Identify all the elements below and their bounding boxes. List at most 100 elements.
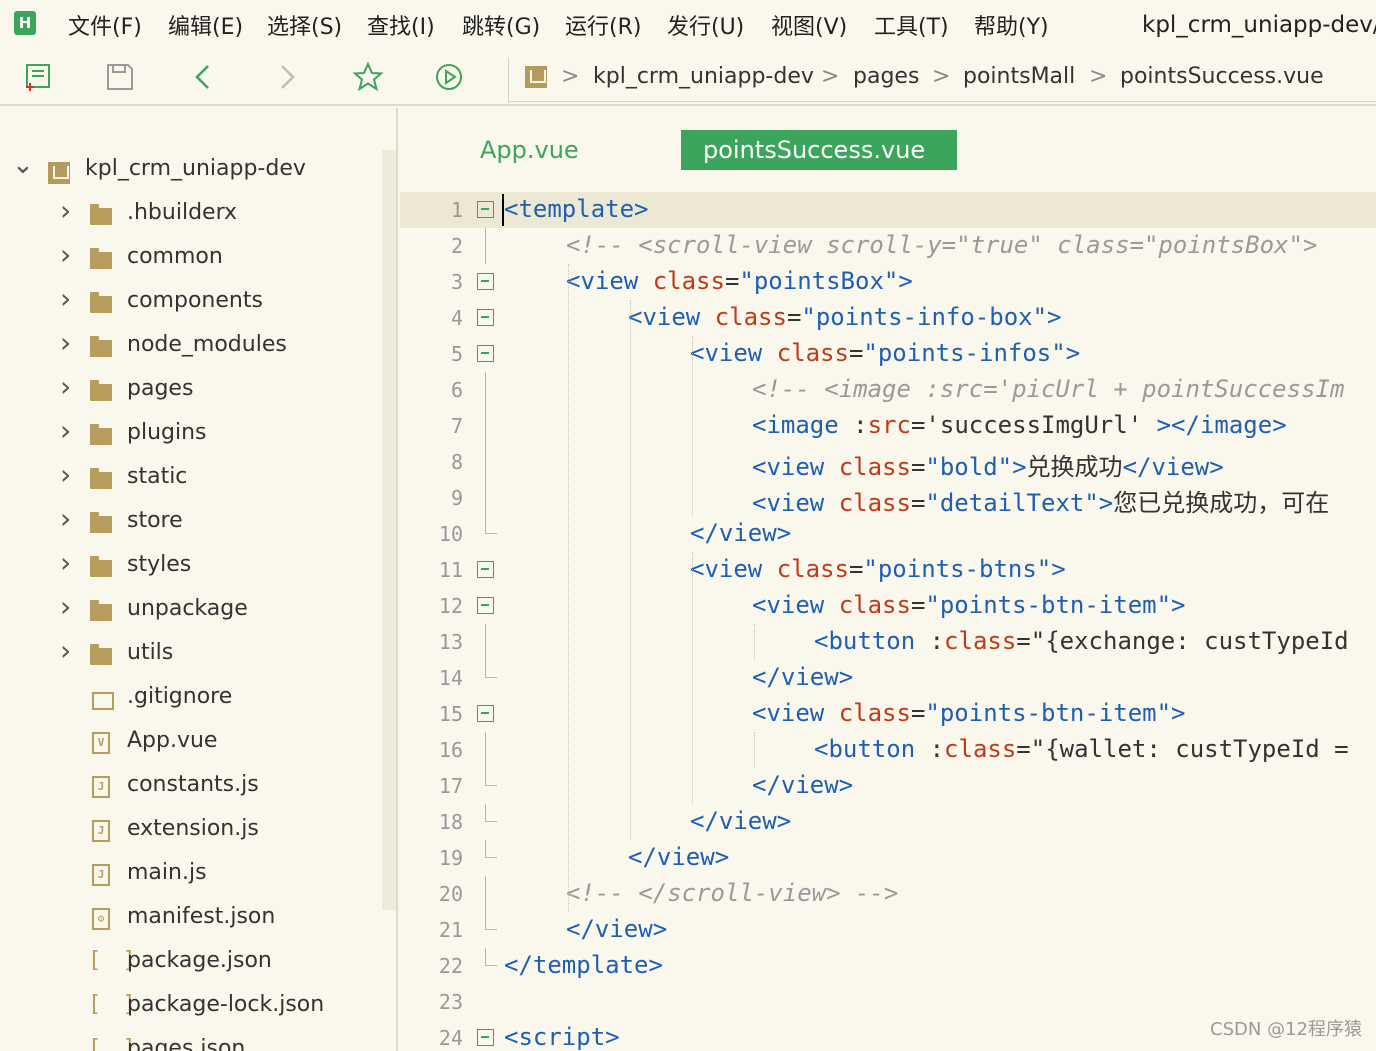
code-line[interactable]: 4 <view class="points-info-box"> (400, 300, 1376, 336)
chevron-right-icon[interactable]: › (60, 370, 71, 403)
tree-file-package-lock-json[interactable]: [ ] package-lock.json (0, 986, 380, 1030)
tree-file-extension-js[interactable]: Jextension.js (0, 810, 380, 854)
code-line[interactable]: 14 </view> (400, 660, 1376, 696)
code-token: "points-info-box"> (801, 303, 1062, 331)
menu-find[interactable]: 查找(I) (367, 9, 435, 41)
fold-toggle-icon[interactable] (477, 309, 494, 326)
code-line[interactable]: 13 <button :class="{exchange: custTypeId (400, 624, 1376, 660)
tree-folder-plugins[interactable]: › plugins (0, 414, 380, 458)
menu-help[interactable]: 帮助(Y) (974, 9, 1049, 41)
tree-folder-utils[interactable]: › utils (0, 634, 380, 678)
menu-run[interactable]: 运行(R) (565, 9, 641, 41)
menu-goto[interactable]: 跳转(G) (462, 9, 540, 41)
favorite-star-icon[interactable] (352, 61, 384, 93)
chevron-right-icon[interactable]: › (60, 238, 71, 271)
breadcrumb-project[interactable]: kpl_crm_uniapp-dev (593, 64, 814, 89)
breadcrumb-pointsmall[interactable]: pointsMall (963, 64, 1075, 89)
new-file-icon[interactable] (22, 61, 54, 93)
code-token: class (714, 303, 787, 331)
fold-toggle-icon[interactable] (477, 201, 494, 218)
tree-root-project[interactable]: ⌄ kpl_crm_uniapp-dev (0, 150, 380, 194)
sidebar-scrollbar[interactable] (382, 150, 396, 910)
tree-file--gitignore[interactable]: .gitignore (0, 678, 380, 722)
tree-folder-pages[interactable]: › pages (0, 370, 380, 414)
tree-folder-common[interactable]: › common (0, 238, 380, 282)
run-icon[interactable] (433, 61, 465, 93)
code-line[interactable]: 21 </view> (400, 912, 1376, 948)
tree-folder-node-modules[interactable]: › node_modules (0, 326, 380, 370)
line-number: 11 (438, 558, 463, 582)
chevron-right-icon[interactable]: › (60, 590, 71, 623)
chevron-right-icon[interactable]: › (60, 326, 71, 359)
tree-file-constants-js[interactable]: Jconstants.js (0, 766, 380, 810)
code-line[interactable]: 17 </view> (400, 768, 1376, 804)
code-token: class (944, 627, 1017, 655)
tree-file-app-vue[interactable]: V App.vue (0, 722, 380, 766)
code-line[interactable]: 22 </template> (400, 948, 1376, 984)
code-line[interactable]: 20 <!-- </scroll-view> --> (400, 876, 1376, 912)
code-line[interactable]: 5 <view class="points-infos"> (400, 336, 1376, 372)
chevron-down-icon[interactable]: ⌄ (12, 150, 34, 180)
tree-file-pages-json[interactable]: [ ] pages.json (0, 1030, 380, 1051)
code-line[interactable]: 12 <view class="points-btn-item"> (400, 588, 1376, 624)
tree-folder-store[interactable]: › store (0, 502, 380, 546)
code-line[interactable]: 18 </view> (400, 804, 1376, 840)
fold-toggle-icon[interactable] (477, 345, 494, 362)
tree-file-manifest-json[interactable]: ⚙ manifest.json (0, 898, 380, 942)
menu-view[interactable]: 视图(V) (771, 9, 847, 41)
tree-folder-label: styles (127, 552, 192, 577)
tree-folder-components[interactable]: › components (0, 282, 380, 326)
forward-icon[interactable] (270, 61, 302, 93)
breadcrumb-file[interactable]: pointsSuccess.vue (1120, 64, 1324, 89)
code-line[interactable]: 11 <view class="points-btns"> (400, 552, 1376, 588)
code-line[interactable]: 15 <view class="points-btn-item"> (400, 696, 1376, 732)
menu-file[interactable]: 文件(F) (68, 9, 142, 41)
fold-toggle-icon[interactable] (477, 1029, 494, 1046)
code-line[interactable]: 8 <view class="bold">兑换成功</view> (400, 444, 1376, 481)
js-file-icon: J (92, 864, 110, 886)
fold-toggle-icon[interactable] (477, 597, 494, 614)
code-token: class (944, 735, 1017, 763)
chevron-right-icon[interactable]: › (60, 502, 71, 535)
code-line[interactable]: 7 <image :src='successImgUrl' ></image> (400, 408, 1376, 444)
tree-file-label: constants.js (127, 772, 259, 797)
chevron-right-icon[interactable]: › (60, 414, 71, 447)
fold-toggle-icon[interactable] (477, 705, 494, 722)
tree-file-package-json[interactable]: [ ] package.json (0, 942, 380, 986)
chevron-right-icon[interactable]: › (60, 634, 71, 667)
fold-toggle-icon[interactable] (477, 273, 494, 290)
code-line[interactable]: 6 <!-- <image :src='picUrl + pointSuccess… (400, 372, 1376, 408)
menu-tools[interactable]: 工具(T) (874, 9, 949, 41)
menu-edit[interactable]: 编辑(E) (168, 9, 243, 41)
line-number: 15 (438, 702, 463, 726)
menu-select[interactable]: 选择(S) (267, 9, 342, 41)
tree-folder-static[interactable]: › static (0, 458, 380, 502)
chevron-right-icon[interactable]: › (60, 546, 71, 579)
code-line[interactable]: 10 </view> (400, 516, 1376, 552)
code-token: class (838, 453, 911, 481)
chevron-right-icon[interactable]: › (60, 282, 71, 315)
tree-folder-styles[interactable]: › styles (0, 546, 380, 590)
code-line[interactable]: 3 <view class="pointsBox"> (400, 264, 1376, 300)
tree-file-main-js[interactable]: Jmain.js (0, 854, 380, 898)
code-token: src (867, 411, 911, 439)
fold-guide-line (485, 408, 486, 444)
tab-app-vue[interactable]: App.vue (480, 130, 579, 170)
code-line[interactable]: 9 <view class="detailText">您已兑换成功，可在 (400, 480, 1376, 517)
code-line[interactable]: 2 <!-- <scroll-view scroll-y="true" class… (400, 228, 1376, 264)
indent-guide (630, 300, 631, 840)
tree-folder-hbuilderx[interactable]: › .hbuilderx (0, 194, 380, 238)
fold-toggle-icon[interactable] (477, 561, 494, 578)
menu-publish[interactable]: 发行(U) (667, 9, 744, 41)
code-line[interactable]: 19 </view> (400, 840, 1376, 876)
tab-points-success-vue[interactable]: pointsSuccess.vue (681, 130, 957, 170)
tree-folder-unpackage[interactable]: › unpackage (0, 590, 380, 634)
save-icon[interactable] (104, 61, 136, 93)
code-line[interactable]: 1 <template> (400, 192, 1376, 228)
chevron-right-icon[interactable]: › (60, 194, 71, 227)
chevron-right-icon[interactable]: › (60, 458, 71, 491)
back-icon[interactable] (188, 61, 220, 93)
code-line[interactable]: 16 <button :class="{wallet: custTypeId = (400, 732, 1376, 768)
breadcrumb-pages[interactable]: pages (853, 64, 919, 89)
fold-guide-line (485, 480, 486, 516)
